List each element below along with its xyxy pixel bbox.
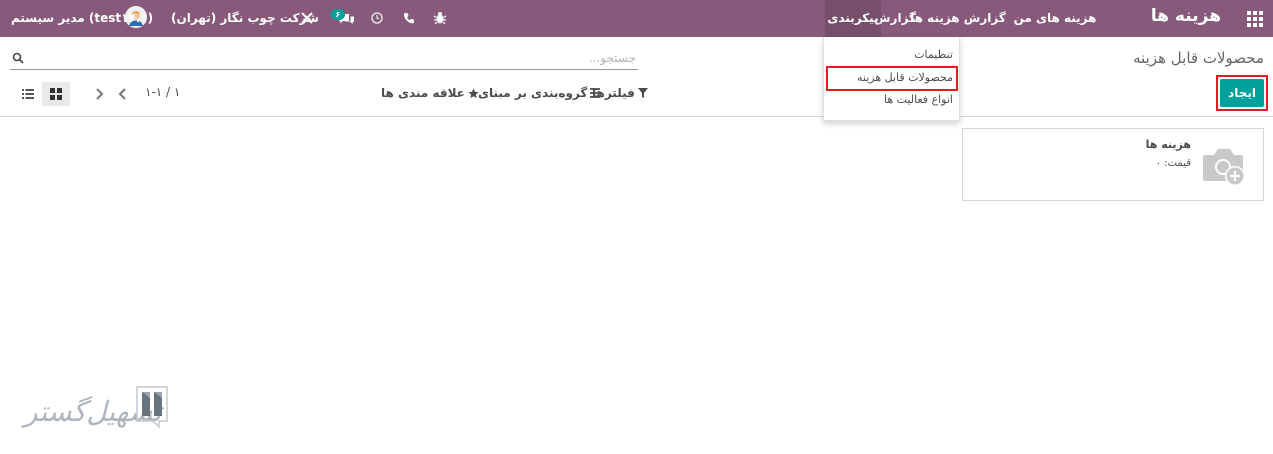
menu-configuration[interactable]: پیکربندی	[825, 0, 881, 37]
star-icon	[468, 87, 479, 98]
main-navbar: هزینه ها هزینه های من گزارش هزینه ها گزا…	[0, 0, 1273, 37]
dropdown-item-settings[interactable]: تنظیمات	[914, 48, 953, 61]
app-title[interactable]: هزینه ها	[1151, 6, 1221, 26]
dropdown-item-highlight	[826, 66, 958, 91]
groupby-button[interactable]: گروه‌بندی بر مبنای	[478, 85, 601, 101]
clock-icon[interactable]	[369, 10, 385, 26]
menu-expense-reports[interactable]: گزارش هزینه ها	[908, 0, 1008, 37]
card-title: هزینه ها	[1145, 138, 1191, 151]
filter-icon	[637, 88, 648, 98]
kanban-view-button[interactable]	[42, 82, 70, 106]
camera-add-icon	[1203, 149, 1245, 186]
message-count-badge: ۶	[331, 9, 345, 20]
phone-icon[interactable]	[401, 10, 417, 26]
list-icon	[22, 89, 34, 99]
create-button[interactable]: ایجاد	[1220, 79, 1264, 107]
search-input[interactable]	[30, 48, 636, 68]
watermark-logo	[136, 386, 168, 429]
control-panel-divider	[0, 116, 1273, 117]
list-bars-icon	[590, 88, 601, 98]
dropdown-item-activity-types[interactable]: انواع فعالیت ها	[884, 93, 953, 106]
search-icon[interactable]	[12, 52, 24, 64]
bug-icon[interactable]	[432, 10, 448, 26]
list-view-button[interactable]	[14, 82, 42, 106]
kanban-grid-icon	[50, 88, 62, 100]
company-switcher[interactable]: شرکت چوب نگار (تهران)	[171, 0, 319, 37]
search-bar	[10, 48, 638, 70]
page-title: محصولات قابل هزینه	[1133, 49, 1264, 67]
chevron-right-icon[interactable]	[94, 88, 104, 100]
card-price: قیمت: ۰	[1155, 158, 1191, 169]
apps-grid-icon[interactable]	[1247, 11, 1263, 27]
favorites-button[interactable]: علاقه مندی ها	[381, 85, 479, 101]
kanban-card[interactable]: هزینه ها قیمت: ۰	[962, 128, 1264, 201]
pager-value[interactable]: ۱-۱ / ۱	[145, 85, 180, 99]
chevron-left-icon[interactable]	[118, 88, 128, 100]
favorites-label: علاقه مندی ها	[381, 86, 465, 100]
menu-my-expenses[interactable]: هزینه های من	[1010, 0, 1100, 37]
groupby-label: گروه‌بندی بر مبنای	[478, 86, 588, 100]
user-menu[interactable]: مدیر سیستم (test۱۴.۰)	[11, 0, 153, 37]
